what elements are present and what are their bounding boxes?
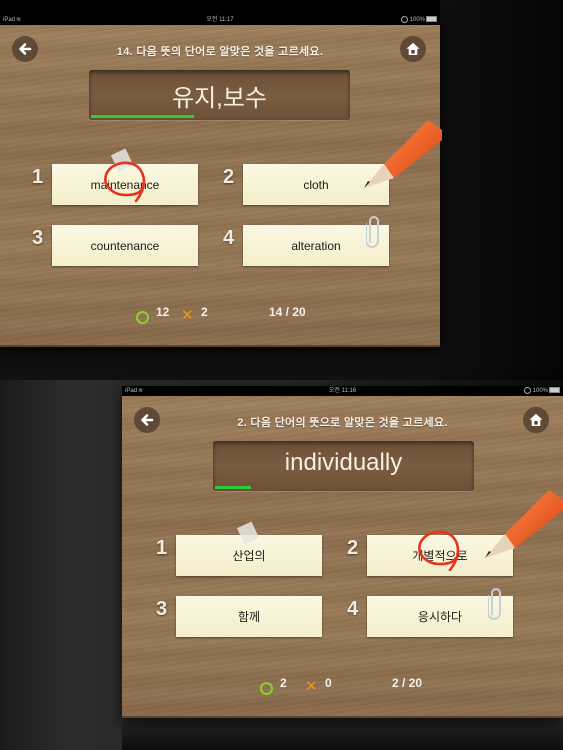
correct-count-icon bbox=[136, 311, 149, 324]
rotation-lock-icon bbox=[523, 386, 531, 394]
wrong-count-icon: ✕ bbox=[181, 307, 194, 324]
rotation-lock-icon bbox=[400, 15, 408, 23]
status-bar: iPad ≋ 오전 11:17 100% bbox=[0, 15, 440, 25]
wood-board: 14. 다음 뜻의 단어로 알맞은 것을 고르세요. 유지,보수 1 maint… bbox=[0, 25, 442, 347]
selection-circle-mark bbox=[418, 530, 460, 572]
wrong-count: 2 bbox=[201, 305, 208, 319]
timer-bar bbox=[91, 115, 348, 118]
option-number-3: 3 bbox=[32, 227, 44, 249]
timer-bar bbox=[215, 486, 472, 489]
quiz-word: individually bbox=[284, 449, 403, 476]
wood-board: 2. 다음 단어의 뜻으로 알맞은 것을 고르세요. individually … bbox=[122, 396, 563, 718]
option-card-3[interactable]: 함께 bbox=[176, 596, 322, 637]
status-bar: iPad ≋ 오전 11:16 100% bbox=[122, 386, 563, 396]
quiz-screen-1: iPad ≋ 오전 11:17 100% 14. 다음 뜻의 단어로 알맞은 것… bbox=[0, 15, 442, 347]
option-card-3[interactable]: countenance bbox=[52, 225, 198, 266]
battery-indicator: 100% bbox=[400, 15, 437, 25]
battery-percent: 100% bbox=[532, 388, 548, 394]
timer-fill bbox=[91, 115, 194, 118]
battery-percent: 100% bbox=[409, 17, 425, 23]
battery-indicator: 100% bbox=[523, 386, 560, 396]
option-number-3: 3 bbox=[156, 598, 168, 620]
option-number-2: 2 bbox=[223, 166, 235, 188]
question-text: 14. 다음 뜻의 단어로 알맞은 것을 고르세요. bbox=[116, 46, 324, 58]
status-time: 오전 11:16 bbox=[328, 388, 357, 394]
wrong-count-icon: ✕ bbox=[305, 678, 318, 695]
option-number-1: 1 bbox=[32, 166, 44, 188]
correct-count: 2 bbox=[280, 676, 287, 690]
timer-fill bbox=[215, 486, 251, 489]
background-right bbox=[440, 0, 563, 380]
quiz-word: 유지,보수 bbox=[172, 85, 267, 112]
paperclip-icon bbox=[366, 216, 379, 248]
quiz-screen-2: iPad ≋ 오전 11:16 100% 2. 다음 단어의 뜻으로 알맞은 것… bbox=[122, 386, 563, 718]
status-time: 오전 11:17 bbox=[206, 17, 234, 23]
question-progress: 14 / 20 bbox=[269, 305, 306, 319]
option-number-4: 4 bbox=[347, 598, 359, 620]
option-number-2: 2 bbox=[347, 537, 359, 559]
pencil-icon bbox=[364, 120, 442, 188]
paperclip-icon bbox=[488, 588, 501, 620]
option-number-4: 4 bbox=[223, 227, 235, 249]
word-box: individually bbox=[213, 441, 474, 491]
wrong-count: 0 bbox=[325, 676, 332, 690]
pencil-icon bbox=[485, 490, 563, 558]
option-number-1: 1 bbox=[156, 537, 168, 559]
battery-icon bbox=[549, 387, 560, 394]
correct-count: 12 bbox=[156, 305, 170, 319]
question-progress: 2 / 20 bbox=[392, 676, 423, 690]
battery-icon bbox=[426, 16, 437, 23]
background-bottom bbox=[122, 718, 563, 750]
word-box: 유지,보수 bbox=[89, 70, 350, 120]
selection-circle-mark bbox=[104, 161, 146, 203]
correct-count-icon bbox=[260, 682, 273, 695]
question-text: 2. 다음 단어의 뜻으로 알맞은 것을 고르세요. bbox=[237, 417, 448, 429]
